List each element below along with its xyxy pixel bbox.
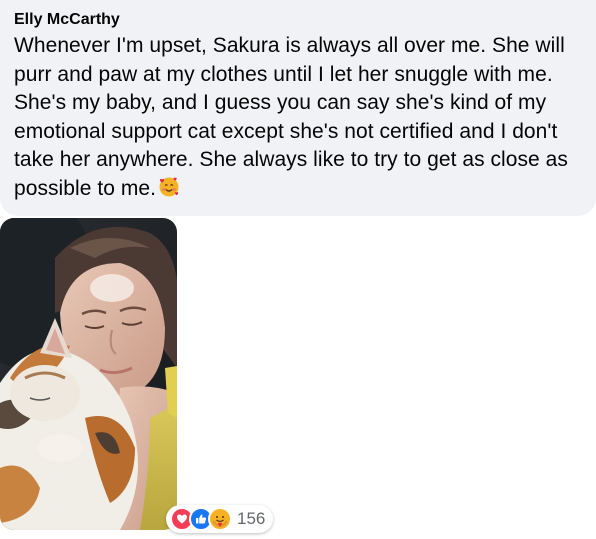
reaction-count: 156 [237,509,266,528]
comment-text: Whenever I'm upset, Sakura is always all… [14,34,568,200]
attached-photo[interactable] [0,218,177,530]
care-icon [208,507,232,531]
smiling-face-with-hearts-icon [158,176,180,198]
comment-bubble: Elly McCarthy Whenever I'm upset, Sakura… [0,0,596,216]
comment-thread: Elly McCarthy Whenever I'm upset, Sakura… [0,0,596,539]
reaction-summary[interactable]: 156 [166,505,274,533]
comment-body: Whenever I'm upset, Sakura is always all… [14,32,586,203]
comment-author-name[interactable]: Elly McCarthy [14,10,586,30]
